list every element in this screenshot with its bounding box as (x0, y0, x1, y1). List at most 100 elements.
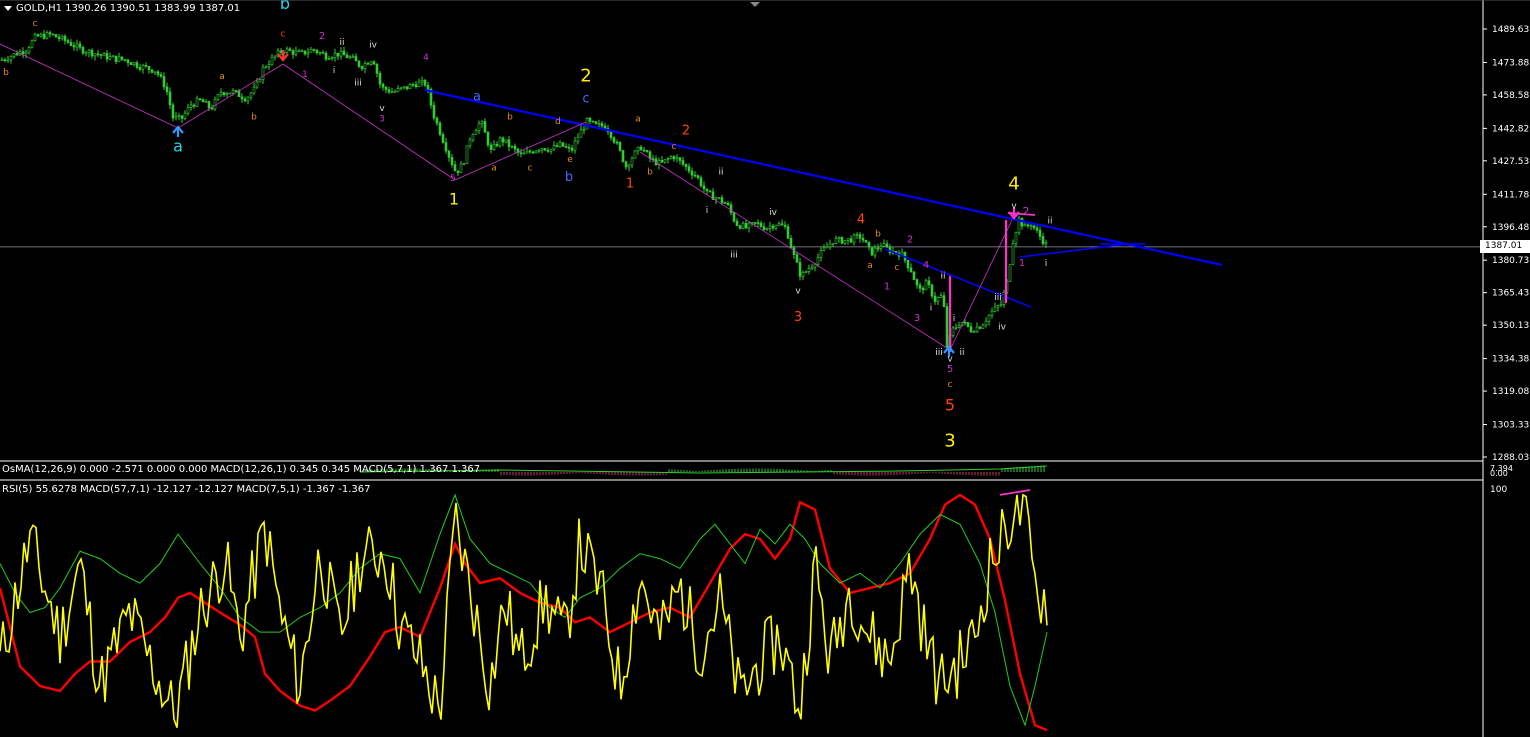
candle-body (645, 150, 649, 153)
candle (465, 145, 469, 164)
candle-body (744, 223, 748, 229)
candle-body (342, 50, 346, 56)
candle-body (801, 271, 805, 277)
candle-body (1008, 264, 1012, 282)
candle-body (945, 306, 949, 348)
symbol-label: GOLD,H1 (16, 3, 62, 14)
candle-body (426, 84, 430, 90)
wave-label: 1 (449, 189, 459, 208)
wave-label: c (33, 19, 38, 29)
candle-body (762, 226, 766, 230)
wave-label: iii (354, 79, 362, 89)
candle-body (180, 115, 184, 119)
candle-body (735, 220, 739, 226)
open-value: 1390.26 (65, 3, 107, 14)
wave-label: b (251, 113, 257, 123)
candle-body (708, 190, 712, 193)
candle-body (141, 65, 145, 70)
candle-body (39, 33, 43, 37)
wave-label: 1 (1019, 258, 1025, 269)
y-tick-label: 1365.43 (1492, 289, 1529, 299)
wave-label: iii (994, 293, 1002, 303)
wave-label: i (930, 304, 933, 314)
candle-body (780, 223, 784, 226)
current-price-label: 1387.01 (1480, 240, 1530, 253)
candle-body (864, 239, 868, 243)
candle-body (855, 234, 859, 236)
wave-label: 3 (914, 313, 920, 324)
low-value: 1383.99 (154, 3, 196, 14)
candle-body (465, 145, 469, 164)
candle-body (840, 237, 844, 244)
chart-canvas[interactable]: cbababc12iiiiiiivv3451aabcdeb2cab12ciiii… (0, 0, 1530, 737)
candle-body (663, 159, 667, 163)
candle-body (408, 84, 412, 90)
candle-body (165, 86, 169, 93)
candle-body (942, 295, 946, 307)
candle-body (636, 146, 640, 152)
candle-body (183, 112, 187, 119)
dropdown-triangle-icon[interactable] (4, 5, 12, 11)
wave-label: c (895, 263, 900, 273)
candle-body (66, 40, 70, 43)
candle-body (321, 52, 325, 54)
candle (561, 142, 565, 147)
candle-body (267, 64, 271, 68)
candle-body (219, 92, 223, 96)
osma-scale-label: 0.00 (1490, 469, 1508, 478)
candle-body (510, 145, 514, 148)
candle-body (723, 202, 727, 204)
candle (618, 140, 622, 152)
candle-body (129, 62, 133, 65)
candle-body (24, 51, 28, 55)
candle-body (126, 59, 130, 64)
candle-body (978, 326, 982, 329)
osma-header: OsMA(12,26,9) 0.000 -2.571 0.000 0.000 M… (2, 464, 481, 475)
candle-body (201, 99, 205, 103)
candle-body (951, 327, 955, 336)
candle-body (777, 223, 781, 226)
candle-body (513, 145, 517, 150)
candle-body (33, 34, 37, 41)
candle-body (402, 86, 406, 89)
candle-body (42, 33, 46, 39)
candle-body (27, 47, 31, 53)
candle-body (909, 267, 913, 273)
candle-body (138, 67, 142, 70)
candle-body (78, 43, 82, 48)
candle-body (603, 125, 607, 129)
candle (633, 149, 637, 159)
candle (621, 149, 625, 163)
candle-body (936, 297, 940, 302)
candle-body (681, 160, 685, 165)
candle-body (288, 48, 292, 51)
candle (864, 239, 868, 243)
y-tick-label: 1334.38 (1492, 355, 1529, 365)
candle-body (306, 51, 310, 55)
candle (912, 271, 916, 280)
candle-body (300, 50, 304, 52)
candle-body (597, 123, 601, 125)
candle-body (834, 238, 838, 244)
candle-body (147, 66, 151, 70)
candle-body (666, 158, 670, 160)
wave-label: 2 (682, 123, 690, 138)
candle-body (486, 132, 490, 146)
candle-body (168, 91, 172, 106)
y-tick-label: 1303.33 (1492, 421, 1529, 431)
candle (1008, 264, 1012, 283)
candle-body (291, 50, 295, 55)
candle-body (921, 288, 925, 291)
candle-body (831, 243, 835, 245)
candle-body (225, 93, 229, 96)
candle-body (9, 56, 13, 61)
candle-body (330, 57, 334, 59)
candle-body (522, 152, 526, 155)
candle-body (810, 266, 814, 269)
candle-body (1029, 225, 1033, 227)
y-tick-label: 1380.73 (1492, 256, 1529, 266)
wave-label: 4 (423, 53, 429, 63)
candle-body (816, 256, 820, 265)
candle-body (807, 268, 811, 272)
candle-body (270, 56, 274, 65)
